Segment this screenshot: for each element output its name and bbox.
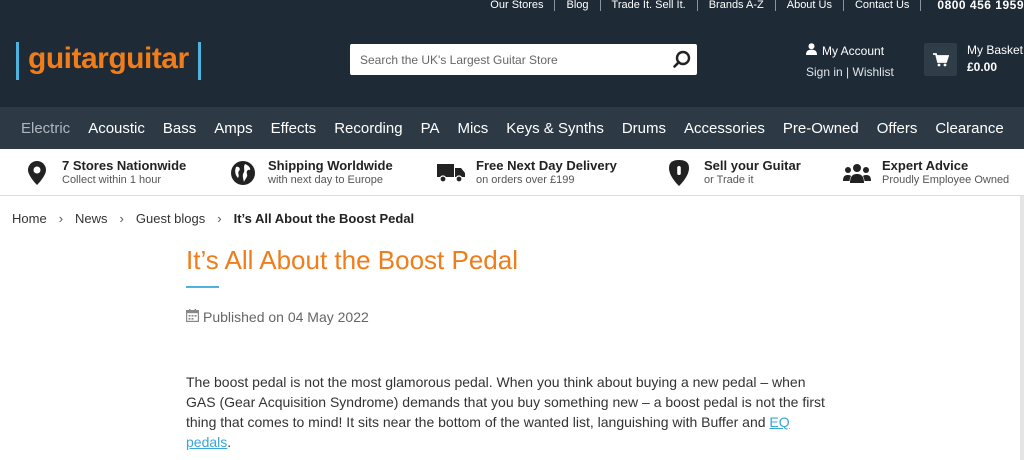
- usp-advice[interactable]: Expert Advice Proudly Employee Owned: [842, 158, 1009, 188]
- basket-amount: £0.00: [967, 60, 998, 74]
- usp-shipping[interactable]: Shipping Worldwide with next day to Euro…: [228, 158, 393, 188]
- usp-subtitle: or Trade it: [704, 174, 754, 186]
- usp-subtitle: with next day to Europe: [268, 174, 383, 186]
- top-link-about-us[interactable]: About Us: [776, 0, 843, 11]
- nav-amps[interactable]: Amps: [214, 120, 252, 137]
- globe-icon: [228, 158, 258, 188]
- guitar-pick-icon: [664, 158, 694, 188]
- top-link-trade-it[interactable]: Trade It. Sell It.: [601, 0, 697, 11]
- nav-effects[interactable]: Effects: [271, 120, 317, 137]
- nav-electric[interactable]: Electric: [21, 120, 70, 137]
- account-divider: |: [846, 65, 850, 79]
- search-input[interactable]: Search the UK's Largest Guitar Store: [350, 53, 667, 67]
- published-date: Published on 04 May 2022: [186, 309, 369, 325]
- article-title: It’s All About the Boost Pedal: [186, 245, 518, 275]
- search-icon[interactable]: [667, 44, 697, 75]
- usp-title: Expert Advice: [882, 158, 969, 173]
- nav-accessories[interactable]: Accessories: [684, 120, 765, 137]
- calendar-icon: [186, 309, 200, 325]
- breadcrumb-home[interactable]: Home: [12, 211, 47, 226]
- usp-subtitle: Collect within 1 hour: [62, 174, 162, 186]
- my-account-link[interactable]: My Account: [822, 44, 884, 58]
- cart-icon[interactable]: [924, 43, 957, 76]
- title-underline: [186, 286, 219, 288]
- wishlist-link[interactable]: Wishlist: [853, 65, 894, 79]
- body-end: .: [227, 434, 232, 450]
- top-link-brands[interactable]: Brands A-Z: [698, 0, 775, 11]
- basket-label: My Basket: [967, 43, 1024, 57]
- body-text: The boost pedal is not the most glamorou…: [186, 374, 825, 430]
- scrollbar[interactable]: [1020, 196, 1024, 460]
- usp-title: Free Next Day Delivery: [476, 158, 617, 173]
- top-link-blog[interactable]: Blog: [555, 0, 599, 11]
- site-header: Our Stores Blog Trade It. Sell It. Brand…: [0, 0, 1024, 107]
- users-icon: [842, 158, 872, 188]
- usp-sell[interactable]: Sell your Guitar or Trade it: [664, 158, 801, 188]
- top-link-our-stores[interactable]: Our Stores: [479, 0, 554, 11]
- nav-acoustic[interactable]: Acoustic: [88, 120, 145, 137]
- article-body: The boost pedal is not the most glamorou…: [186, 372, 836, 452]
- nav-bass[interactable]: Bass: [163, 120, 196, 137]
- usp-delivery[interactable]: Free Next Day Delivery on orders over £1…: [436, 158, 617, 188]
- phone-number[interactable]: 0800 456 1959: [921, 0, 1024, 12]
- account-menu[interactable]: My Account Sign in | Wishlist: [806, 43, 894, 79]
- nav-mics[interactable]: Mics: [457, 120, 488, 137]
- chevron-right-icon: ›: [217, 211, 222, 226]
- logo-text: guitarguitar: [28, 42, 189, 75]
- breadcrumb-news[interactable]: News: [75, 211, 108, 226]
- published-text: Published on 04 May 2022: [203, 309, 369, 325]
- usp-subtitle: Proudly Employee Owned: [882, 174, 1010, 186]
- usp-stores[interactable]: 7 Stores Nationwide Collect within 1 hou…: [22, 158, 186, 188]
- usp-title: Sell your Guitar: [704, 158, 801, 173]
- usp-subtitle: on orders over £199: [476, 174, 575, 186]
- usp-strip: 7 Stores Nationwide Collect within 1 hou…: [0, 149, 1024, 196]
- nav-pa[interactable]: PA: [421, 120, 440, 137]
- breadcrumb-guest-blogs[interactable]: Guest blogs: [136, 211, 205, 226]
- nav-keys-synths[interactable]: Keys & Synths: [506, 120, 604, 137]
- logo-bar-right: [197, 42, 201, 80]
- usp-title: 7 Stores Nationwide: [62, 158, 187, 173]
- chevron-right-icon: ›: [119, 211, 124, 226]
- nav-clearance[interactable]: Clearance: [935, 120, 1003, 137]
- site-logo[interactable]: guitarguitar: [16, 42, 201, 80]
- breadcrumb: Home › News › Guest blogs › It’s All Abo…: [12, 211, 414, 226]
- nav-offers[interactable]: Offers: [877, 120, 918, 137]
- search-box[interactable]: Search the UK's Largest Guitar Store: [350, 44, 697, 75]
- top-links: Our Stores Blog Trade It. Sell It. Brand…: [479, 0, 1024, 15]
- user-icon: [806, 43, 817, 58]
- sign-in-link[interactable]: Sign in: [806, 65, 843, 79]
- nav-recording[interactable]: Recording: [334, 120, 402, 137]
- chevron-right-icon: ›: [58, 211, 64, 226]
- breadcrumb-current: It’s All About the Boost Pedal: [233, 211, 415, 226]
- top-link-contact-us[interactable]: Contact Us: [844, 0, 920, 11]
- category-nav: Electric Acoustic Bass Amps Effects Reco…: [0, 107, 1024, 149]
- basket[interactable]: My Basket £0.00: [924, 43, 1023, 76]
- usp-title: Shipping Worldwide: [268, 158, 393, 173]
- nav-pre-owned[interactable]: Pre-Owned: [783, 120, 859, 137]
- truck-icon: [436, 158, 466, 188]
- nav-drums[interactable]: Drums: [622, 120, 666, 137]
- map-pin-icon: [22, 158, 52, 188]
